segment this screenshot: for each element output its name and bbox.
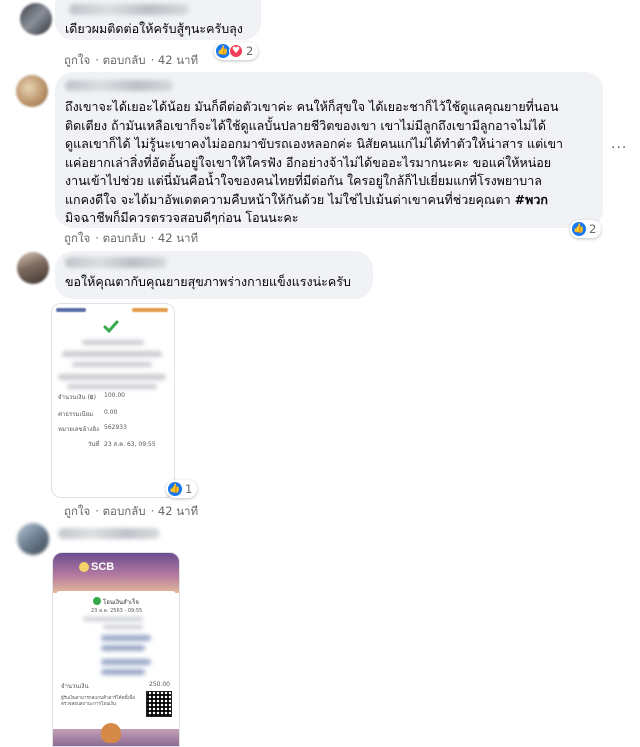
slip-date-label: วันที่ — [88, 441, 100, 448]
scb-transfer-slip-image[interactable]: SCB โอนเงินสำเร็จ 23 ส.ค. 2563 - 09:55 จ… — [52, 552, 180, 747]
commenter-name[interactable] — [65, 257, 167, 268]
like-link[interactable]: ถูกใจ — [64, 504, 90, 518]
comment-text: เดียวผมติดต่อให้ครับสู้ๆนะครับลุง — [65, 21, 243, 36]
reply-link[interactable]: ตอบกลับ — [103, 53, 146, 67]
bank-logo — [132, 308, 168, 312]
bank-logo — [56, 308, 86, 312]
comment-bubble: ถึงเขาจะได้เยอะได้น้อย มันก็ดีต่อตัวเขาค… — [55, 72, 603, 228]
reply-link[interactable]: ตอบกลับ — [103, 504, 146, 518]
slip-amount: 250.00 — [149, 681, 170, 688]
reaction-count[interactable]: 👍 1 — [166, 480, 198, 498]
comment-bubble: ขอให้คุณตากับคุณยายสุขภาพร่างกายแข็งแรงน… — [55, 251, 373, 299]
timestamp[interactable]: 42 นาที — [158, 53, 198, 67]
slip-date: 23 ส.ค. 2563 - 09:55 — [91, 608, 143, 614]
commenter-name[interactable] — [58, 528, 160, 539]
slip-amount: 100.00 — [104, 392, 125, 399]
reaction-count[interactable]: 👍 ♥ 2 — [214, 42, 259, 60]
slip-status: โอนเงินสำเร็จ — [103, 599, 139, 606]
timestamp[interactable]: 42 นาที — [158, 231, 198, 245]
like-link[interactable]: ถูกใจ — [64, 53, 90, 67]
commenter-avatar[interactable] — [16, 75, 48, 107]
scb-logo: SCB — [91, 561, 115, 573]
hashtag-link[interactable]: #พวก — [515, 192, 548, 207]
comment-actions: ถูกใจ · ตอบกลับ · 42 นาที — [64, 504, 199, 518]
slip-footer-note: ผู้รับเงินสามารถสแกนคิวอาร์โค้ดนี้เพื่อต… — [61, 696, 135, 707]
transfer-slip-image[interactable]: จำนวนเงิน (฿) 100.00 ค่าธรรมเนียม 0.00 ห… — [51, 303, 175, 498]
success-icon — [93, 597, 101, 605]
timestamp[interactable]: 42 นาที — [158, 504, 198, 518]
love-reaction-icon: ♥ — [229, 44, 243, 58]
commenter-avatar[interactable] — [20, 3, 52, 35]
slip-fee: 0.00 — [104, 409, 118, 416]
slip-header-banner — [53, 553, 179, 593]
slip-ref: 562933 — [104, 424, 127, 431]
like-link[interactable]: ถูกใจ — [64, 231, 90, 245]
commenter-name[interactable] — [69, 4, 189, 15]
qr-code-icon — [146, 691, 172, 717]
commenter-avatar[interactable] — [17, 523, 49, 555]
comment-actions: ถูกใจ · ตอบกลับ · 42 นาที — [64, 231, 199, 245]
mascot-icon — [101, 723, 121, 743]
checkmark-icon — [103, 319, 119, 335]
commenter-name[interactable] — [65, 80, 173, 91]
comment-actions: ถูกใจ · ตอบกลับ · 42 นาที — [64, 53, 199, 67]
like-reaction-icon: 👍 — [168, 482, 182, 496]
slip-amount-label: จำนวนเงิน — [61, 683, 89, 690]
comment-bubble: เดียวผมติดต่อให้ครับสู้ๆนะครับลุง — [55, 0, 261, 40]
scb-emblem-icon — [79, 562, 89, 572]
slip-fee-label: ค่าธรรมเนียม — [58, 411, 94, 418]
like-reaction-icon: 👍 — [216, 44, 230, 58]
slip-date: 23 ส.ค. 63, 09:55 — [104, 441, 156, 448]
like-reaction-icon: 👍 — [572, 222, 586, 236]
comment-text: ถึงเขาจะได้เยอะได้น้อย มันก็ดีต่อตัวเขาค… — [65, 99, 564, 225]
slip-ref-label: หมายเลขอ้างอิง — [58, 426, 100, 433]
reaction-count[interactable]: 👍 2 — [570, 220, 602, 238]
comment-text: ขอให้คุณตากับคุณยายสุขภาพร่างกายแข็งแรงน… — [65, 274, 351, 289]
slip-amount-label: จำนวนเงิน (฿) — [58, 394, 96, 401]
reply-link[interactable]: ตอบกลับ — [103, 231, 146, 245]
commenter-avatar[interactable] — [17, 252, 49, 284]
more-options-icon[interactable]: ··· — [611, 140, 627, 156]
